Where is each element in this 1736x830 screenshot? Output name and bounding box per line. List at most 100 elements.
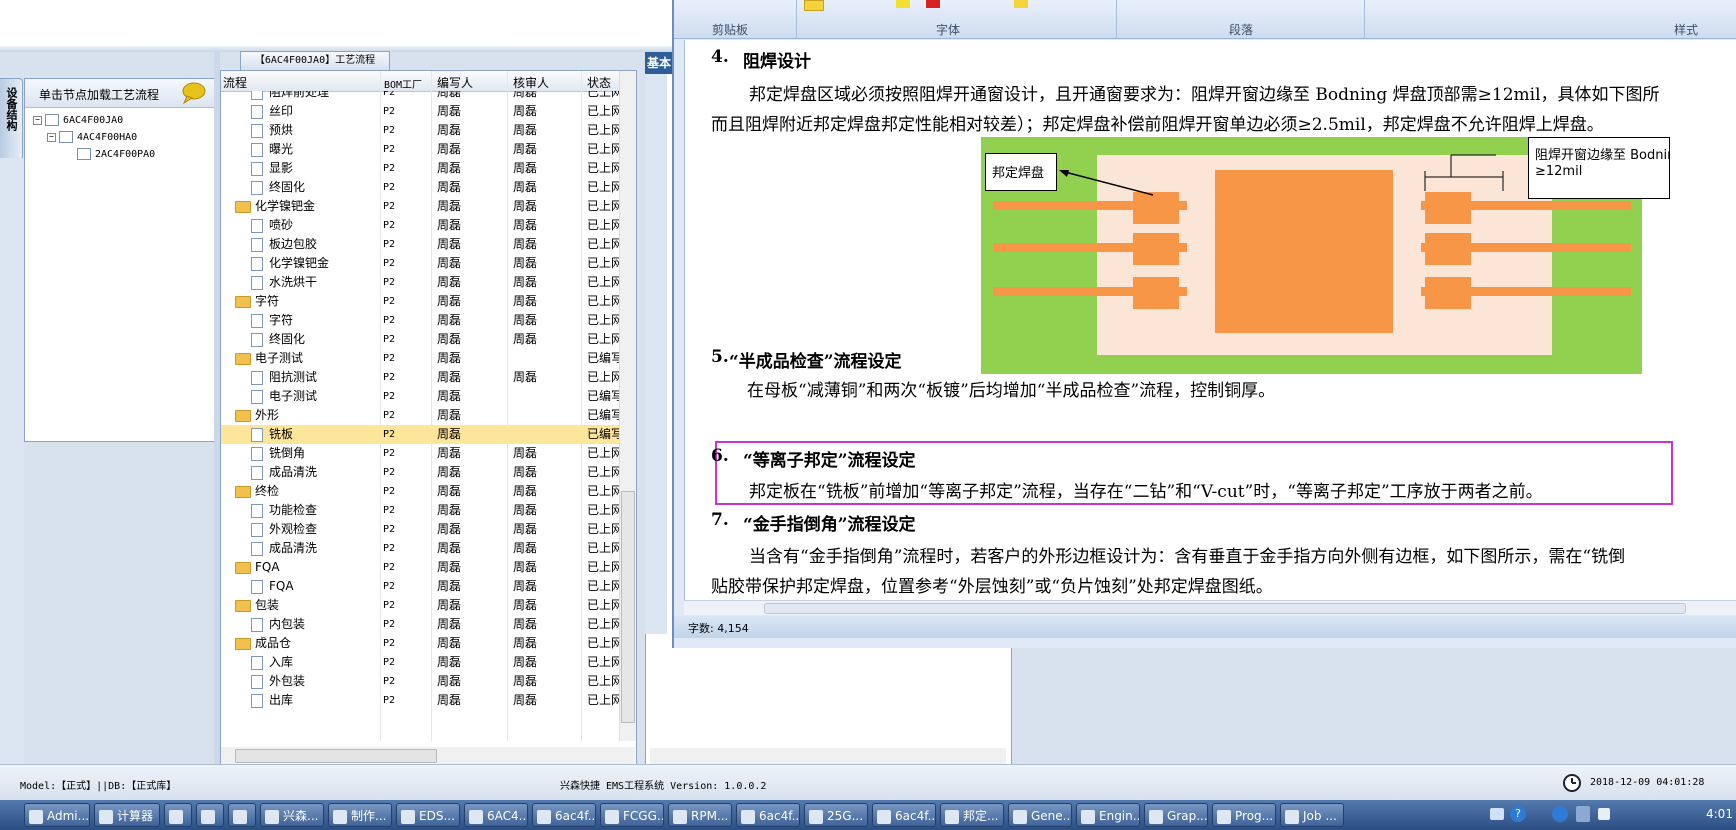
document-horizontal-scrollbar[interactable] — [684, 600, 1736, 615]
bom-cell: P2 — [383, 676, 396, 687]
table-row[interactable]: 功能检查 P2 周磊 周磊 已上网 — [221, 501, 619, 520]
taskbar-button[interactable]: 兴森... — [260, 803, 324, 827]
table-row[interactable]: 成品仓 P2 周磊 周磊 已上网 — [221, 634, 619, 653]
process-name: FQA — [269, 579, 294, 593]
table-row[interactable]: 化学镍钯金 P2 周磊 周磊 已上网 — [221, 197, 619, 216]
tab-basic[interactable]: 基本 — [645, 52, 673, 74]
table-row[interactable]: 电子测试 P2 周磊 已编写 — [221, 387, 619, 406]
table-row[interactable]: 阻抗测试 P2 周磊 周磊 已上网 — [221, 368, 619, 387]
table-row[interactable]: 字符 P2 周磊 周磊 已上网 — [221, 311, 619, 330]
section-4-number: 4. — [711, 47, 729, 67]
taskbar-button[interactable]: 6ac4f... — [872, 803, 936, 827]
document-scroll-thumb[interactable] — [764, 603, 1686, 614]
table-row[interactable]: 化学镍钯金 P2 周磊 周磊 已上网 — [221, 254, 619, 273]
table-row[interactable]: 铣板 P2 周磊 已编写 — [221, 425, 619, 444]
taskbar-button[interactable]: 6ac4f... — [736, 803, 800, 827]
table-row[interactable]: 终检 P2 周磊 周磊 已上网 — [221, 482, 619, 501]
document-icon — [251, 370, 263, 385]
horizontal-scroll-thumb[interactable] — [235, 749, 437, 763]
flag-icon[interactable] — [1576, 806, 1590, 822]
align-left-button[interactable] — [1014, 0, 1028, 8]
taskbar-button[interactable]: Grap... — [1144, 803, 1208, 827]
help-icon[interactable]: ? — [1510, 806, 1526, 822]
word-count[interactable]: 字数: 4,154 — [688, 620, 749, 636]
table-row[interactable]: 入库 P2 周磊 周磊 已上网 — [221, 653, 619, 672]
taskbar-button[interactable]: 6ac4f... — [532, 803, 596, 827]
table-row[interactable]: 曝光 P2 周磊 周磊 已上网 — [221, 140, 619, 159]
tree-node-leaf[interactable]: 2AC4F00PA0 — [77, 147, 155, 163]
table-row[interactable]: 铣倒角 P2 周磊 周磊 已上网 — [221, 444, 619, 463]
table-row[interactable]: 终固化 P2 周磊 周磊 已上网 — [221, 330, 619, 349]
table-row[interactable]: 外观检查 P2 周磊 周磊 已上网 — [221, 520, 619, 539]
document-icon — [251, 579, 263, 594]
highlight-color-icon[interactable] — [896, 0, 910, 8]
table-row[interactable]: 预烘 P2 周磊 周磊 已上网 — [221, 121, 619, 140]
speech-bubble-icon[interactable] — [181, 82, 207, 104]
document-icon — [251, 161, 263, 176]
tree-node-root[interactable]: − 6AC4F00JA0 — [33, 113, 123, 129]
font-color-icon[interactable] — [926, 0, 940, 8]
taskbar-button-label: 25G... — [827, 809, 864, 823]
table-row[interactable]: 成品清洗 P2 周磊 周磊 已上网 — [221, 463, 619, 482]
taskbar-button[interactable]: RPM... — [668, 803, 732, 827]
network-icon[interactable] — [1552, 806, 1568, 822]
table-row[interactable]: 终固化 P2 周磊 周磊 已上网 — [221, 178, 619, 197]
document-icon — [251, 142, 263, 157]
table-row[interactable]: 外形 P2 周磊 已编写 — [221, 406, 619, 425]
column-header-reviewer[interactable]: 核审人 — [513, 74, 549, 91]
app-icon — [401, 809, 415, 824]
table-row[interactable]: 出库 P2 周磊 周磊 已上网 — [221, 691, 619, 710]
bold-button[interactable] — [804, 0, 824, 11]
taskbar-button[interactable]: 邦定... — [940, 803, 1004, 827]
bom-cell: P2 — [383, 505, 396, 516]
keyboard-icon[interactable] — [1490, 808, 1504, 820]
column-header-status[interactable]: 状态 — [587, 74, 611, 91]
collapse-icon[interactable]: − — [33, 115, 42, 125]
taskbar-button[interactable]: 25G... — [804, 803, 868, 827]
collapse-icon[interactable]: − — [47, 132, 56, 142]
taskbar-button[interactable]: Gene... — [1008, 803, 1072, 827]
reviewer-cell: 周磊 — [513, 636, 538, 650]
volume-icon[interactable] — [1598, 808, 1610, 820]
taskbar-button[interactable]: EDS... — [396, 803, 460, 827]
reviewer-cell: 周磊 — [513, 180, 538, 194]
table-row[interactable]: 水洗烘干 P2 周磊 周磊 已上网 — [221, 273, 619, 292]
table-row[interactable]: 外包装 P2 周磊 周磊 已上网 — [221, 672, 619, 691]
horizontal-scrollbar[interactable] — [221, 747, 635, 764]
table-row[interactable]: 内包装 P2 周磊 周磊 已上网 — [221, 615, 619, 634]
taskbar-button[interactable]: Engin... — [1076, 803, 1140, 827]
column-header-bom[interactable]: BOM工厂 — [384, 76, 422, 91]
table-row[interactable]: 字符 P2 周磊 周磊 已上网 — [221, 292, 619, 311]
column-header-flow[interactable]: 流程 — [223, 74, 247, 91]
table-row[interactable]: 显影 P2 周磊 周磊 已上网 — [221, 159, 619, 178]
table-row[interactable]: 包装 P2 周磊 周磊 已上网 — [221, 596, 619, 615]
taskbar-button[interactable]: Prog... — [1212, 803, 1276, 827]
taskbar-button[interactable]: Job ... — [1280, 803, 1344, 827]
detail-horizontal-scrollbar[interactable] — [650, 748, 1006, 764]
taskbar-button[interactable]: 制作... — [328, 803, 392, 827]
table-row[interactable]: 电子测试 P2 周磊 已编写 — [221, 349, 619, 368]
taskbar-button[interactable]: 计算器 — [94, 803, 160, 827]
vertical-scroll-thumb[interactable] — [621, 491, 635, 723]
taskbar-button[interactable] — [164, 803, 192, 827]
table-row[interactable]: 丝印 P2 周磊 周磊 已上网 — [221, 102, 619, 121]
taskbar-button[interactable]: FCGG... — [600, 803, 664, 827]
document-page[interactable]: 4. 阻焊设计 邦定焊盘区域必须按照阻焊开通窗设计，且开通窗要求为：阻焊开窗边缘… — [684, 40, 1736, 600]
table-row[interactable]: FQA P2 周磊 周磊 已上网 — [221, 558, 619, 577]
document-icon — [251, 123, 263, 138]
table-row[interactable]: 喷砂 P2 周磊 周磊 已上网 — [221, 216, 619, 235]
clipboard-group-buttons[interactable] — [704, 2, 814, 16]
taskbar-button[interactable] — [196, 803, 224, 827]
tree-node-child[interactable]: − 4AC4F00HA0 — [47, 130, 137, 146]
app-icon — [1217, 809, 1231, 824]
tab-device-structure[interactable]: 设备结构 — [0, 78, 23, 160]
taskbar-button[interactable]: 6AC4... — [464, 803, 528, 827]
taskbar-button[interactable]: Admi... — [24, 803, 90, 827]
table-row[interactable]: 板边包胶 P2 周磊 周磊 已上网 — [221, 235, 619, 254]
table-row[interactable]: 阻焊前处理 P2 周磊 周磊 已上网 — [221, 91, 619, 102]
taskbar-button[interactable] — [228, 803, 256, 827]
table-row[interactable]: 成品清洗 P2 周磊 周磊 已上网 — [221, 539, 619, 558]
column-header-writer[interactable]: 编写人 — [437, 74, 473, 91]
taskbar-clock[interactable]: 4:01 — [1706, 807, 1733, 821]
table-row[interactable]: FQA P2 周磊 周磊 已上网 — [221, 577, 619, 596]
